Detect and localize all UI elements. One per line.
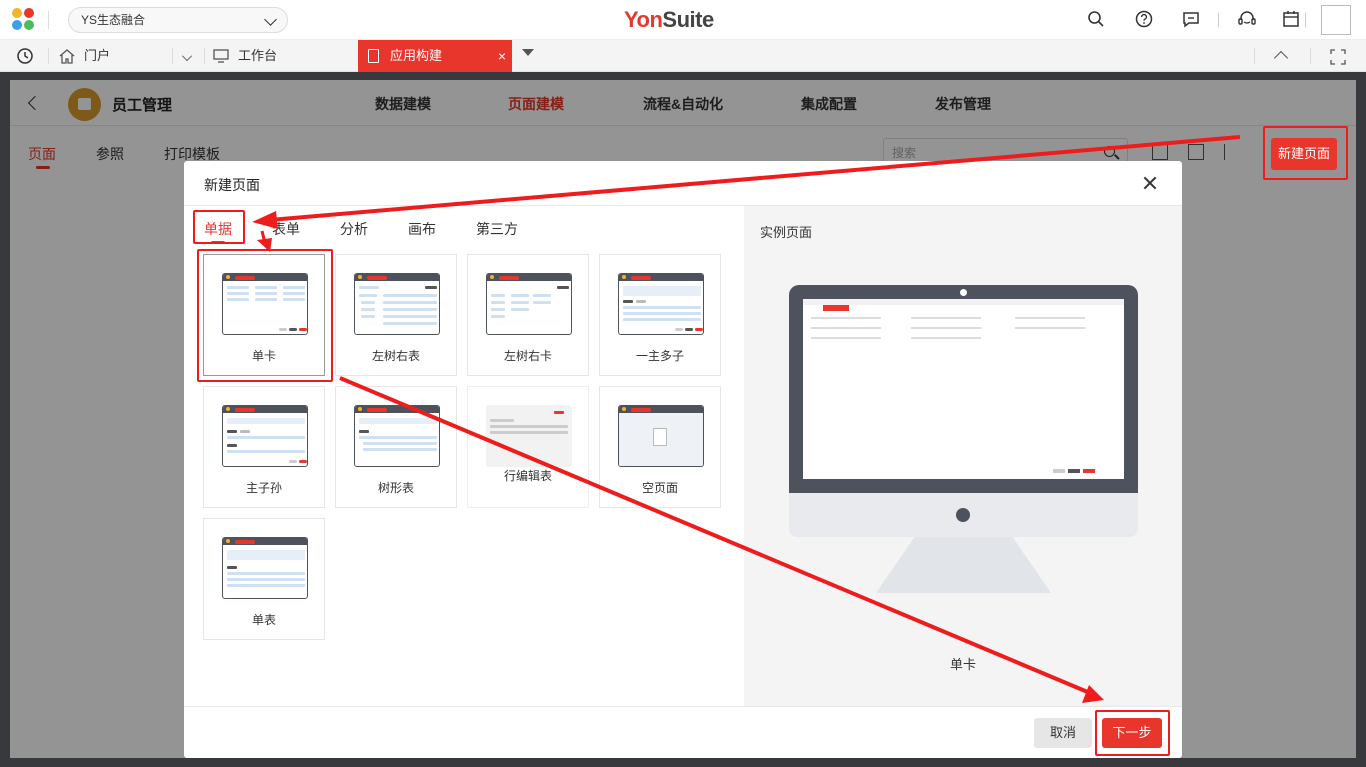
chevron-down-icon[interactable] <box>182 51 192 61</box>
document-icon <box>368 49 379 63</box>
template-label: 主子孙 <box>245 481 282 495</box>
tab-bar: 门户 工作台 <box>0 40 1366 72</box>
monitor-button-icon <box>956 508 970 522</box>
tab-analysis[interactable]: 分析 <box>340 219 368 239</box>
brand-text-suite: Suite <box>662 7 714 32</box>
home-icon <box>58 47 76 65</box>
divider <box>1254 48 1255 64</box>
new-page-dialog: 新建页面 单据 表单 分析 画布 第三方 单卡 左树右表 左树右卡 一主多子 主… <box>184 161 1182 758</box>
divider <box>172 48 173 64</box>
template-thumbnail <box>354 405 440 467</box>
tab-canvas[interactable]: 画布 <box>408 219 436 239</box>
tenant-select[interactable]: YS生态融合 <box>68 7 288 33</box>
template-card-tree-grid[interactable]: 树形表 <box>335 386 457 508</box>
close-icon[interactable]: × <box>498 40 506 72</box>
template-card-master-detail-grandchild[interactable]: 主子孙 <box>203 386 325 508</box>
app-logo-icon[interactable] <box>12 8 38 32</box>
message-icon[interactable] <box>1181 10 1201 30</box>
annotation-box-next <box>1095 710 1170 756</box>
template-card-tree-table[interactable]: 左树右表 <box>335 254 457 376</box>
brand-text-yon: Yon <box>624 7 663 32</box>
top-bar: YS生态融合 YonSuite <box>0 0 1366 40</box>
template-thumbnail <box>222 537 308 599</box>
brand-logo: YonSuite <box>624 7 714 33</box>
divider <box>48 11 49 29</box>
template-card-blank-page[interactable]: 空页面 <box>599 386 721 508</box>
template-thumbnail <box>486 273 572 335</box>
tab-app-builder-label: 应用构建 <box>390 48 443 63</box>
tab-third-party[interactable]: 第三方 <box>476 219 518 239</box>
template-thumbnail <box>486 405 572 467</box>
close-icon[interactable] <box>1141 175 1159 193</box>
annotation-box-new-page <box>1263 126 1348 180</box>
template-thumbnail <box>618 273 704 335</box>
divider <box>204 48 205 64</box>
customer-service-icon[interactable] <box>1237 10 1257 30</box>
preview-panel: 实例页面 单卡 <box>744 206 1182 706</box>
template-card-master-multi-detail[interactable]: 一主多子 <box>599 254 721 376</box>
template-label: 行编辑表 <box>503 469 552 483</box>
divider <box>1305 13 1306 27</box>
preview-title: 实例页面 <box>760 225 813 240</box>
annotation-box-document-tab <box>193 210 245 244</box>
template-label: 单表 <box>251 613 276 627</box>
collapse-icon[interactable] <box>1273 50 1289 66</box>
preview-label: 单卡 <box>949 657 976 672</box>
template-label: 树形表 <box>377 481 414 495</box>
tab-workbench[interactable]: 工作台 <box>238 40 277 72</box>
divider <box>1310 48 1311 64</box>
avatar[interactable] <box>1321 5 1351 35</box>
template-card-row-edit-table[interactable]: 行编辑表 <box>467 386 589 508</box>
tab-portal[interactable]: 门户 <box>84 40 110 72</box>
monitor-icon <box>212 47 230 65</box>
tab-app-builder[interactable]: 应用构建 × <box>358 40 512 72</box>
tenant-label: YS生态融合 <box>81 13 146 27</box>
template-thumbnail <box>222 405 308 467</box>
template-label: 空页面 <box>641 481 678 495</box>
divider <box>48 48 49 64</box>
divider <box>1218 13 1219 27</box>
template-label: 左树右表 <box>371 349 420 363</box>
template-card-tree-card[interactable]: 左树右卡 <box>467 254 589 376</box>
template-label: 一主多子 <box>635 349 684 363</box>
fullscreen-icon[interactable] <box>1329 48 1347 66</box>
dialog-title: 新建页面 <box>204 177 260 193</box>
template-card-single-table[interactable]: 单表 <box>203 518 325 640</box>
tab-form[interactable]: 表单 <box>272 219 300 239</box>
template-label: 左树右卡 <box>503 349 552 363</box>
calendar-icon[interactable] <box>1281 10 1301 30</box>
chevron-down-icon <box>264 13 277 26</box>
monitor-illustration <box>789 285 1138 593</box>
divider <box>184 706 1182 707</box>
tab-dropdown-icon[interactable] <box>522 49 534 56</box>
search-icon[interactable] <box>1086 10 1106 30</box>
help-icon[interactable] <box>1134 10 1154 30</box>
cancel-button[interactable]: 取消 <box>1034 718 1092 748</box>
history-icon[interactable] <box>16 47 34 65</box>
template-thumbnail <box>354 273 440 335</box>
template-thumbnail <box>618 405 704 467</box>
annotation-box-single-card <box>197 249 333 382</box>
